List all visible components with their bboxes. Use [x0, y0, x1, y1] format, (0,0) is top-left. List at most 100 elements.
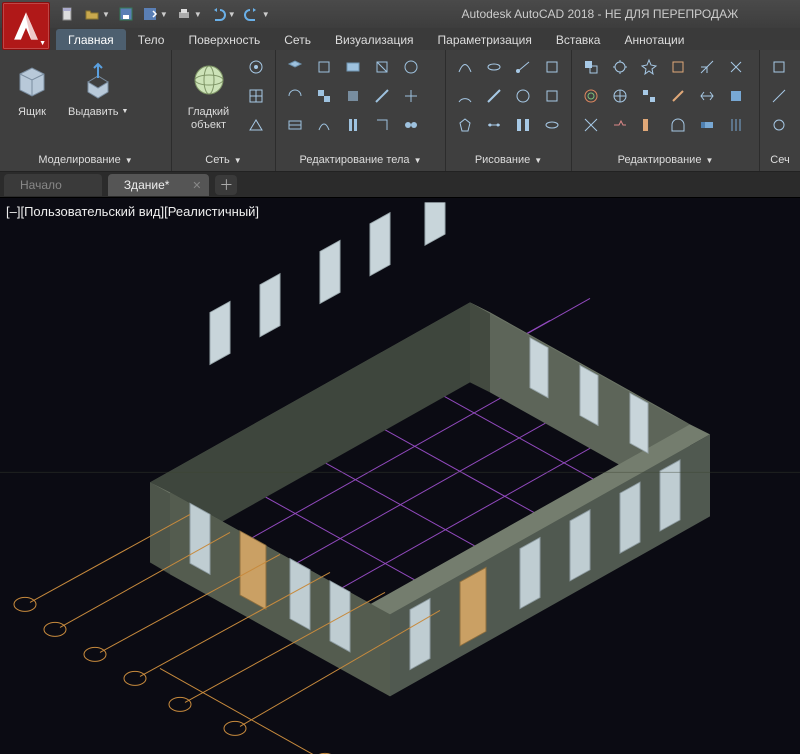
tool-box[interactable]: Ящик [6, 54, 58, 121]
edit-tool[interactable] [665, 112, 691, 138]
draw-tool[interactable] [452, 83, 478, 109]
ribbon-body: Ящик Выдавить▼ Моделирование▼ [0, 50, 800, 172]
tool-extrude[interactable]: Выдавить▼ [62, 54, 134, 121]
panel-title-section[interactable]: Сеч [766, 151, 794, 171]
edit-tool[interactable] [578, 83, 604, 109]
draw-tool[interactable] [510, 54, 536, 80]
close-icon[interactable]: ✕ [192, 179, 201, 192]
tool-extrude-label: Выдавить [68, 106, 119, 119]
draw-tool[interactable] [452, 112, 478, 138]
draw-tool[interactable] [510, 83, 536, 109]
draw-tool[interactable] [510, 112, 536, 138]
edit-tool[interactable] [636, 83, 662, 109]
edit-tool[interactable] [578, 54, 604, 80]
ribbon-tab-annotations[interactable]: Аннотации [612, 29, 696, 50]
edit-tool[interactable] [578, 112, 604, 138]
ribbon-tab-surface[interactable]: Поверхность [176, 29, 272, 50]
edit-tool[interactable] [636, 54, 662, 80]
chevron-down-icon: ▼ [234, 156, 242, 165]
solidedit-tool[interactable] [311, 54, 337, 80]
edit-tool[interactable] [665, 83, 691, 109]
chevron-down-icon[interactable]: ▼ [194, 10, 202, 19]
panel-title-mesh[interactable]: Сеть▼ [178, 151, 269, 171]
qat-undo-button[interactable] [207, 3, 229, 25]
panel-title-solidedit[interactable]: Редактирование тела▼ [282, 151, 439, 171]
section-tool[interactable] [766, 54, 792, 80]
draw-tool[interactable] [452, 54, 478, 80]
draw-tool[interactable] [481, 112, 507, 138]
new-tab-button[interactable]: ＋ [215, 175, 237, 195]
panel-title-draw[interactable]: Рисование▼ [452, 151, 565, 171]
open-folder-icon [84, 6, 100, 22]
app-menu-button[interactable]: ▼ [2, 2, 50, 50]
doc-tab-building[interactable]: Здание* ✕ [108, 174, 210, 196]
edit-tool[interactable] [607, 112, 633, 138]
qat-save-button[interactable] [115, 3, 137, 25]
section-tool[interactable] [766, 112, 792, 138]
ribbon-tab-mesh[interactable]: Сеть [272, 29, 323, 50]
undo-icon [210, 6, 226, 22]
solidedit-tool[interactable] [311, 112, 337, 138]
chevron-down-icon[interactable]: ▼ [102, 10, 110, 19]
solidedit-tool[interactable] [282, 112, 308, 138]
model-scene-icon [0, 202, 800, 754]
tool-smooth-object[interactable]: Гладкий объект [178, 54, 239, 133]
vp-view[interactable]: [Пользовательский вид] [20, 204, 164, 219]
qat-redo-button[interactable] [241, 3, 263, 25]
section-tool[interactable] [766, 83, 792, 109]
ribbon-tab-visualization[interactable]: Визуализация [323, 29, 426, 50]
edit-tool[interactable] [636, 112, 662, 138]
solidedit-tool[interactable] [369, 54, 395, 80]
mesh-tool-2[interactable] [243, 83, 269, 109]
solidedit-tool[interactable] [282, 83, 308, 109]
solidedit-tool[interactable] [398, 112, 424, 138]
quick-access-toolbar: ▼ ▼ ▼ ▼ ▼ Autodesk AutoCAD 2018 - НЕ ДЛЯ… [0, 0, 800, 28]
ribbon-tab-parametrization[interactable]: Параметризация [426, 29, 544, 50]
ribbon-tab-main[interactable]: Главная [56, 29, 126, 50]
qat-new-button[interactable] [57, 3, 79, 25]
model-viewport[interactable]: [–][Пользовательский вид][Реалистичный] [0, 198, 800, 754]
chevron-down-icon[interactable]: ▼ [262, 10, 270, 19]
edit-tool[interactable] [607, 83, 633, 109]
doc-tab-start[interactable]: Начало [4, 174, 102, 196]
solidedit-tool[interactable] [340, 112, 366, 138]
edit-tool[interactable] [607, 54, 633, 80]
qat-print-button[interactable] [173, 3, 195, 25]
solidedit-tool[interactable] [369, 112, 395, 138]
draw-tool[interactable] [539, 83, 565, 109]
solidedit-tool[interactable] [282, 54, 308, 80]
edit-tool[interactable] [723, 112, 749, 138]
solidedit-tool[interactable] [369, 83, 395, 109]
edit-tool[interactable] [723, 54, 749, 80]
solidedit-tool[interactable] [311, 83, 337, 109]
ribbon-tab-insert[interactable]: Вставка [544, 29, 613, 50]
solidedit-tool[interactable] [398, 83, 424, 109]
ribbon-tab-body[interactable]: Тело [126, 29, 177, 50]
chevron-down-icon: ▼ [705, 156, 713, 165]
chevron-down-icon[interactable]: ▼ [160, 10, 168, 19]
draw-tool[interactable] [539, 112, 565, 138]
draw-tool[interactable] [481, 83, 507, 109]
solidedit-tool[interactable] [340, 83, 366, 109]
ribbon-tabs: Главная Тело Поверхность Сеть Визуализац… [0, 28, 800, 50]
save-icon [118, 6, 134, 22]
draw-tool[interactable] [481, 54, 507, 80]
vp-style[interactable]: [Реалистичный] [164, 204, 259, 219]
qat-saveas-button[interactable] [139, 3, 161, 25]
edit-tool[interactable] [694, 83, 720, 109]
chevron-down-icon[interactable]: ▼ [228, 10, 236, 19]
solidedit-tool[interactable] [340, 54, 366, 80]
edit-tool[interactable] [694, 112, 720, 138]
panel-title-edit[interactable]: Редактирование▼ [578, 151, 753, 171]
plus-icon: ＋ [219, 175, 233, 195]
edit-tool[interactable] [665, 54, 691, 80]
panel-title-modeling[interactable]: Моделирование▼ [6, 151, 165, 171]
solidedit-tool[interactable] [398, 54, 424, 80]
vp-toggle[interactable]: [–] [6, 204, 20, 219]
mesh-tool-1[interactable] [243, 54, 269, 80]
edit-tool[interactable] [694, 54, 720, 80]
mesh-tool-3[interactable] [243, 112, 269, 138]
edit-tool[interactable] [723, 83, 749, 109]
qat-open-button[interactable] [81, 3, 103, 25]
draw-tool[interactable] [539, 54, 565, 80]
